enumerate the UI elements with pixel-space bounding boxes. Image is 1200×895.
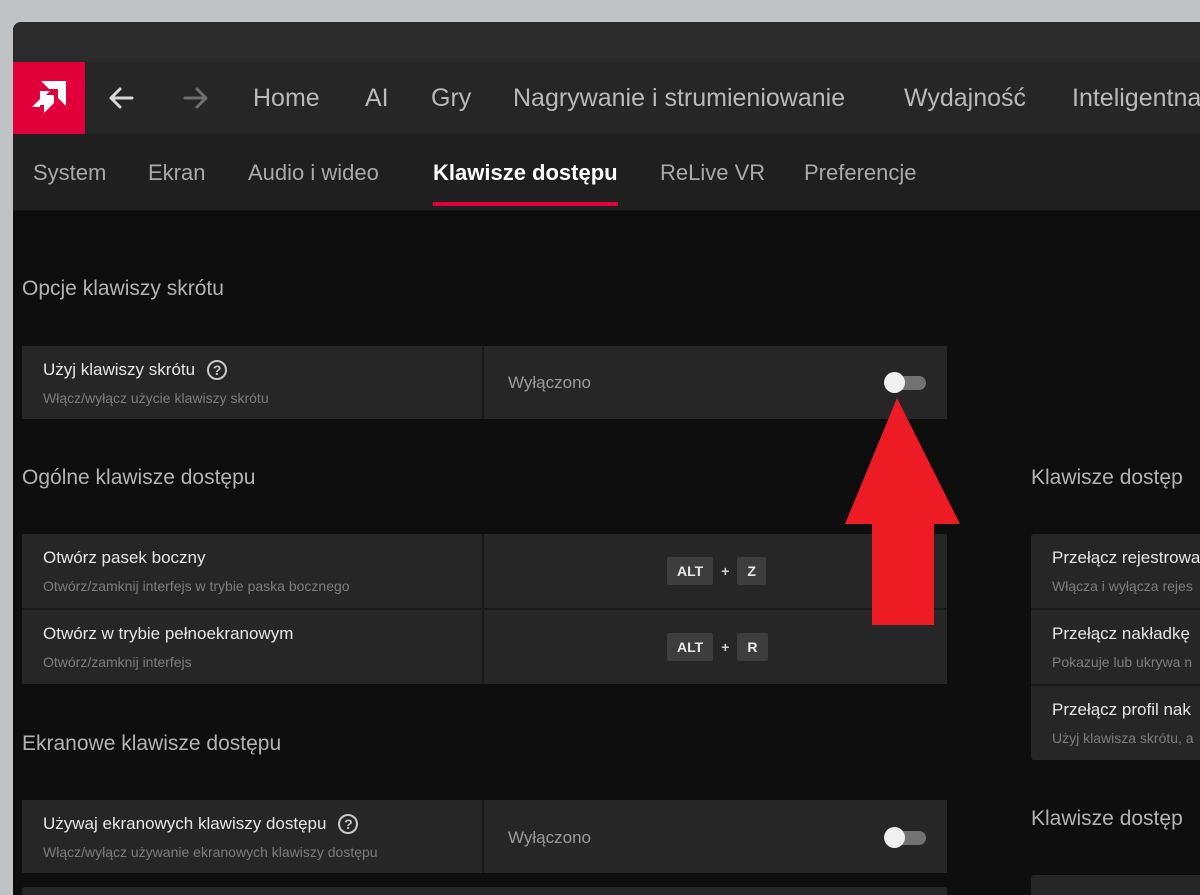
- toggle-status-text: Wyłączono: [508, 373, 591, 392]
- toggle-knob: [884, 372, 905, 393]
- row-use-screen-hotkeys: Używaj ekranowych klawiszy dostępu ? Włą…: [22, 800, 947, 873]
- tab-recording-streaming[interactable]: Nagrywanie i strumieniowanie: [513, 62, 845, 134]
- key-cap: Z: [737, 557, 766, 585]
- plus-sign: +: [721, 563, 730, 579]
- row-toggle-overlay-profile[interactable]: Przełącz profil nak Użyj klawisza skrótu…: [1031, 686, 1200, 760]
- use-hotkeys-toggle[interactable]: [884, 372, 926, 393]
- row-description: Pokazuje lub ukrywa n: [1052, 654, 1193, 670]
- tab-games[interactable]: Gry: [431, 62, 471, 134]
- row-description: Użyj klawisza skrótu, a: [1052, 730, 1194, 746]
- row-description: Włącza i wyłącza rejes: [1052, 578, 1193, 594]
- red-arrow-annotation: [845, 398, 960, 625]
- row-open-fullscreen[interactable]: Otwórz w trybie pełnoekranowym Otwórz/za…: [22, 610, 947, 684]
- section-title-right-hotkeys-2: Klawisze dostęp: [1031, 807, 1183, 830]
- plus-sign: +: [721, 639, 730, 655]
- row-description: Otwórz/zamknij interfejs: [43, 654, 192, 670]
- subtab-hotkeys[interactable]: Klawisze dostępu: [433, 134, 618, 210]
- row-description: Włącz/wyłącz używanie ekranowych klawisz…: [43, 844, 378, 860]
- key-cap: ALT: [667, 557, 714, 585]
- row-use-hotkeys: Użyj klawiszy skrótu ? Włącz/wyłącz użyc…: [22, 346, 947, 419]
- question-circle-icon[interactable]: ?: [338, 814, 359, 834]
- question-circle-icon[interactable]: ?: [207, 360, 228, 380]
- row-title: Otwórz w trybie pełnoekranowym: [43, 624, 294, 643]
- section-title-general-hotkeys: Ogólne klawisze dostępu: [22, 466, 256, 489]
- subtab-system[interactable]: System: [33, 134, 106, 210]
- use-screen-hotkeys-toggle[interactable]: [884, 827, 926, 848]
- arrow-right-icon: [183, 87, 208, 109]
- toggle-status-text: Wyłączono: [508, 828, 591, 847]
- active-tab-underline: [433, 202, 618, 206]
- tab-ai[interactable]: AI: [365, 62, 389, 134]
- back-button[interactable]: [106, 84, 136, 112]
- subtab-display[interactable]: Ekran: [148, 134, 205, 210]
- subtab-relive-vr[interactable]: ReLive VR: [660, 134, 765, 210]
- screen-hotkeys-card: Używaj ekranowych klawiszy dostępu ? Włą…: [22, 800, 947, 873]
- row-title: Przełącz rejestrowa: [1052, 548, 1200, 567]
- key-cap: R: [737, 633, 768, 661]
- sub-navigation: System Ekran Audio i wideo Klawisze dost…: [13, 134, 1200, 211]
- amd-logo[interactable]: [13, 62, 85, 134]
- row-title: Używaj ekranowych klawiszy dostępu ?: [43, 814, 359, 834]
- hotkey-combo[interactable]: ALT + R: [667, 633, 768, 661]
- hotkey-combo[interactable]: ALT + Z: [667, 557, 766, 585]
- tab-performance[interactable]: Wydajność: [904, 62, 1026, 134]
- subtab-audio-video[interactable]: Audio i wideo: [248, 134, 379, 210]
- section-title-right-hotkeys: Klawisze dostęp: [1031, 466, 1183, 489]
- row-description: Otwórz/zamknij interfejs w trybie paska …: [43, 578, 350, 594]
- tab-smart[interactable]: Inteligentna: [1072, 62, 1200, 134]
- tab-home[interactable]: Home: [253, 62, 320, 134]
- row-toggle-overlay[interactable]: Przełącz nakładkę Pokazuje lub ukrywa n: [1031, 610, 1200, 684]
- toggle-knob: [884, 827, 905, 848]
- row-title: Otwórz pasek boczny: [43, 548, 206, 567]
- hotkey-options-card: Użyj klawiszy skrótu ? Włącz/wyłącz użyc…: [22, 346, 947, 419]
- row-open-sidebar[interactable]: Otwórz pasek boczny Otwórz/zamknij inter…: [22, 534, 947, 608]
- section-title-screen-hotkeys: Ekranowe klawisze dostępu: [22, 732, 282, 755]
- row-title: Przełącz profil nak: [1052, 700, 1191, 719]
- section-title-hotkey-options: Opcje klawiszy skrótu: [22, 277, 224, 300]
- right-hotkeys-card: Przełącz rejestrowa Włącza i wyłącza rej…: [1031, 534, 1200, 760]
- arrow-left-icon: [109, 87, 134, 109]
- subtab-preferences[interactable]: Preferencje: [804, 134, 917, 210]
- row-title: Użyj klawiszy skrótu ?: [43, 360, 228, 380]
- row-description: Włącz/wyłącz użycie klawiszy skrótu: [43, 390, 269, 406]
- row-title: Przełącz nakładkę: [1052, 624, 1190, 643]
- general-hotkeys-card: Otwórz pasek boczny Otwórz/zamknij inter…: [22, 534, 947, 684]
- forward-button[interactable]: [181, 84, 211, 112]
- right-hotkeys-card-2: [1031, 875, 1200, 895]
- title-bar: [13, 22, 1200, 62]
- app-window: Home AI Gry Nagrywanie i strumieniowanie…: [13, 22, 1200, 895]
- main-navigation: Home AI Gry Nagrywanie i strumieniowanie…: [13, 62, 1200, 134]
- next-row-card: [22, 887, 947, 895]
- key-cap: ALT: [667, 633, 714, 661]
- row-toggle-recording[interactable]: Przełącz rejestrowa Włącza i wyłącza rej…: [1031, 534, 1200, 608]
- amd-logo-icon: [32, 81, 66, 113]
